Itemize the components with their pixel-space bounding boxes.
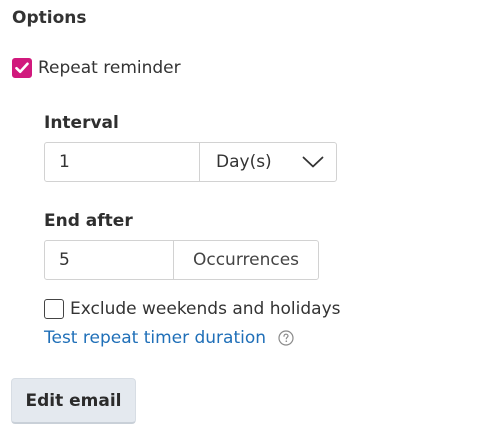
options-panel: Options Repeat reminder Interval Day(s) … — [0, 0, 491, 438]
chevron-down-icon — [302, 156, 324, 168]
options-title: Options — [12, 8, 87, 28]
repeat-reminder-label: Repeat reminder — [38, 58, 181, 78]
test-repeat-timer-link[interactable]: Test repeat timer duration — [44, 328, 266, 348]
checkmark-icon — [15, 62, 29, 74]
interval-label: Interval — [44, 113, 119, 133]
interval-unit-select[interactable]: Day(s) — [199, 143, 336, 181]
repeat-reminder-checkbox-row[interactable]: Repeat reminder — [12, 58, 181, 78]
end-after-field-group: Occurrences — [44, 240, 319, 280]
exclude-weekends-label: Exclude weekends and holidays — [70, 299, 341, 319]
help-circle-icon[interactable] — [278, 330, 294, 346]
exclude-weekends-checkbox[interactable] — [44, 299, 64, 319]
exclude-weekends-checkbox-row[interactable]: Exclude weekends and holidays — [44, 299, 340, 319]
interval-input[interactable] — [45, 143, 199, 181]
end-after-unit-addon: Occurrences — [173, 241, 318, 279]
test-timer-link-row: Test repeat timer duration — [44, 328, 294, 348]
interval-field-group: Day(s) — [44, 142, 337, 182]
end-after-input[interactable] — [45, 241, 173, 279]
end-after-unit-value: Occurrences — [192, 250, 300, 270]
repeat-reminder-checkbox[interactable] — [12, 58, 32, 78]
edit-email-button[interactable]: Edit email — [11, 378, 136, 424]
end-after-label: End after — [44, 211, 133, 231]
interval-unit-value: Day(s) — [216, 152, 272, 172]
